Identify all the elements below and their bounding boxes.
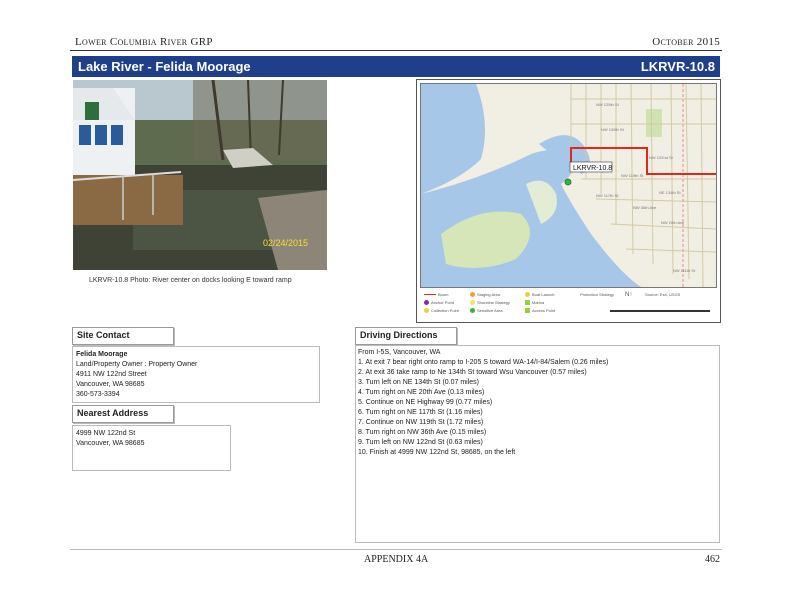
map-source: Source: Esri, USGS: [645, 292, 681, 297]
address-line-2: Vancouver, WA 98685: [76, 440, 145, 447]
scale-bar: [610, 310, 710, 312]
photo-date-stamp: 02/24/2015: [263, 238, 308, 248]
map-canvas[interactable]: LKRVR-10.8 NW 119th St NW 122nd St NW 11…: [420, 83, 717, 288]
direction-step: 7. Continue on NW 119th St (1.72 miles): [358, 419, 484, 426]
legend-item: Access Point: [532, 308, 556, 313]
legend-item: Shoreline Strategy: [477, 300, 510, 305]
legend-item: Boom: [438, 292, 449, 297]
direction-step: 2. At exit 36 take ramp to Ne 134th St t…: [358, 369, 587, 376]
contact-city: Vancouver, WA 98685: [76, 381, 145, 388]
direction-step: 1. At exit 7 bear right onto ramp to I-2…: [358, 359, 609, 366]
map-site-label: LKRVR-10.8: [573, 165, 612, 172]
footer-rule: [70, 549, 722, 550]
legend-item: Boat Launch: [532, 292, 555, 297]
direction-step: 4. Turn right on NE 20th Ave (0.13 miles…: [358, 389, 485, 396]
driving-directions-heading: Driving Directions: [355, 327, 457, 345]
street-label: NW 139th St: [601, 127, 625, 132]
header-rule: [70, 50, 722, 51]
page-number: 462: [705, 554, 720, 565]
site-map: LKRVR-10.8 NW 119th St NW 122nd St NW 11…: [416, 79, 721, 323]
document-header-date: October 2015: [652, 36, 720, 48]
footer-appendix: APPENDIX 4A: [364, 554, 429, 565]
street-label: NW 119th St: [621, 173, 644, 178]
street-label: NW 125th St: [596, 102, 620, 107]
photo-caption: LKRVR-10.8 Photo: River center on docks …: [89, 277, 292, 284]
legend-item: Marina: [532, 300, 545, 305]
site-contact-heading: Site Contact: [72, 327, 174, 345]
contact-name: Felida Moorage: [76, 351, 128, 358]
north-arrow-icon: N↑: [625, 292, 633, 298]
document-header-left: Lower Columbia River GRP: [75, 36, 213, 48]
direction-step: 9. Turn left on NW 122nd St (0.63 miles): [358, 439, 483, 446]
nearest-address-heading: Nearest Address: [72, 405, 174, 423]
street-label: NW 36th Ave: [633, 205, 657, 210]
direction-step: 6. Turn right on NE 117th St (1.16 miles…: [358, 409, 483, 416]
map-legend: Boom Anchor Point Collection Point Stagi…: [420, 290, 715, 318]
site-photo: 02/24/2015: [73, 80, 327, 270]
legend-item: Collection Point: [431, 308, 459, 313]
directions-from: From I-5S, Vancouver, WA: [358, 349, 441, 356]
street-label: NE 134th St: [659, 190, 681, 195]
site-title: Lake River - Felida Moorage: [78, 59, 251, 74]
street-label: NW 20th Ave: [661, 220, 685, 225]
direction-step: 8. Turn right on NW 36th Ave (0.15 miles…: [358, 429, 487, 436]
street-label: NW 122nd St: [649, 155, 674, 160]
driving-directions-box: From I-5S, Vancouver, WA 1. At exit 7 be…: [355, 345, 720, 543]
direction-step: 5. Continue on NE Highway 99 (0.77 miles…: [358, 399, 493, 406]
contact-phone: 360-573-3394: [76, 391, 120, 398]
site-contact-box: Felida Moorage Land/Property Owner : Pro…: [72, 346, 320, 403]
legend-item: Staging Area: [477, 292, 500, 297]
street-label: NW 117th St: [596, 193, 619, 198]
site-photo-image: 02/24/2015: [73, 80, 327, 270]
legend-item: Protection Strategy: [580, 292, 615, 297]
street-label: NW 111th St: [673, 268, 696, 273]
contact-street: 4911 NW 122nd Street: [76, 371, 147, 378]
direction-step: 3. Turn left on NE 134th St (0.07 miles): [358, 379, 480, 386]
site-title-bar: Lake River - Felida Moorage LKRVR-10.8: [72, 56, 720, 77]
direction-step: 10. Finish at 4999 NW 122nd St, 98685, o…: [358, 449, 516, 456]
nearest-address-box: 4999 NW 122nd St Vancouver, WA 98685: [72, 425, 231, 471]
address-line-1: 4999 NW 122nd St: [76, 430, 136, 437]
map-drawing: LKRVR-10.8 NW 119th St NW 122nd St NW 11…: [421, 84, 716, 287]
contact-role: Land/Property Owner : Property Owner: [76, 361, 198, 368]
legend-item: Sensitive Area: [477, 308, 503, 313]
site-id: LKRVR-10.8: [640, 59, 715, 74]
legend-item: Anchor Point: [431, 300, 454, 305]
